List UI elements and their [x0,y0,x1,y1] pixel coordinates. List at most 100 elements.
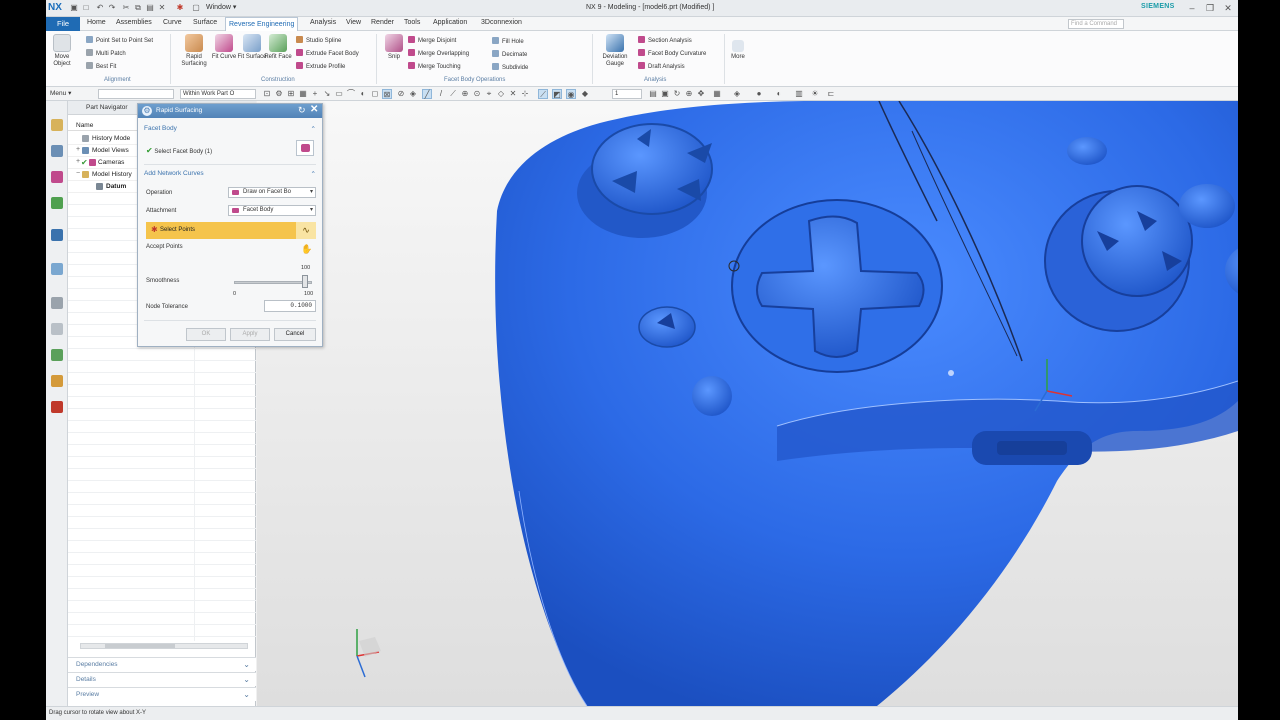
graphics-viewport[interactable] [257,101,1238,706]
best-fit-button[interactable]: Best Fit [86,62,116,70]
close-icon[interactable]: ✕ [1222,2,1234,14]
operation-select[interactable]: Draw on Facet Bo ▾ [228,187,316,198]
midpoint-icon[interactable]: ◇ [496,89,506,99]
tab-home[interactable]: Home [87,19,106,26]
select-facet-body-row[interactable]: ✔ Select Facet Body (1) [146,146,212,155]
hd3d-tools-icon[interactable] [51,229,63,241]
decimate-button[interactable]: Decimate [492,50,527,58]
minimize-icon[interactable]: – [1186,2,1198,14]
studio-spline-button[interactable]: Studio Spline [296,36,341,44]
check-icon[interactable]: ✔ [81,158,88,167]
reuse-library-icon[interactable] [51,197,63,209]
expand-icon[interactable]: + [76,146,80,153]
tab-curve[interactable]: Curve [163,19,182,26]
system-scenes-icon[interactable] [51,401,63,413]
merge-disjoint-button[interactable]: Merge Disjoint [408,36,456,44]
draft-analysis-button[interactable]: Draft Analysis [638,62,685,70]
part-navigator-icon[interactable] [51,119,63,131]
assembly-navigator-icon[interactable] [51,145,63,157]
maximize-icon[interactable]: ❐ [1204,2,1216,14]
fit-icon[interactable]: ▦ [712,89,722,99]
preview-panel[interactable]: Preview ⌄ [68,687,256,701]
move-object-button[interactable]: Move Object [46,34,78,68]
facet-snap-icon[interactable]: ◆ [580,89,590,99]
center-icon[interactable]: ⊙ [472,89,482,99]
snip-button[interactable]: Snip [378,34,410,61]
network-curves-section-header[interactable]: Add Network Curves ⌃ [144,170,316,178]
curve-point-icon[interactable]: ∿ [296,222,316,239]
body-snap-icon[interactable]: ◉ [566,89,576,99]
tab-application[interactable]: Application [433,19,467,26]
shading-icon[interactable]: ◐ [358,89,368,99]
select-points-row[interactable]: ✱ Select Points [146,222,296,239]
system-materials-icon[interactable] [51,323,63,335]
lighting-icon[interactable]: ☀ [810,89,820,99]
section-analysis-button[interactable]: Section Analysis [638,36,692,44]
web-browser-icon[interactable] [51,263,63,275]
type-filter-select[interactable] [98,89,174,99]
render-style-icon[interactable]: ● [754,89,764,99]
constraint-navigator-icon[interactable] [51,171,63,183]
merge-overlapping-button[interactable]: Merge Overlapping [408,49,469,57]
circle-plus-icon[interactable]: ⊕ [460,89,470,99]
arrow-icon[interactable]: ↘ [322,89,332,99]
ok-button[interactable]: OK [186,328,226,341]
grid-snap-icon[interactable]: ⊠ [382,89,392,99]
node-tolerance-input[interactable]: 0.1000 [264,300,316,312]
collapse-icon[interactable]: − [76,170,80,177]
dialog-title-bar[interactable]: ⚙ Rapid Surfacing ↻ ✕ [138,104,322,118]
expand-icon[interactable]: + [76,158,80,165]
rotate-icon[interactable]: ↻ [672,89,682,99]
tab-view[interactable]: View [346,19,361,26]
undo-icon[interactable]: ↶ [96,4,104,12]
extrude-profile-button[interactable]: Extrude Profile [296,62,345,70]
orient-icon[interactable]: ◈ [732,89,742,99]
curve-snap-icon[interactable]: ⟋ [538,89,548,99]
clip-icon[interactable]: ⊏ [826,89,836,99]
selection-scope-select[interactable]: Within Work Part O [180,89,256,99]
intersection-icon[interactable]: ✕ [508,89,518,99]
multi-patch-button[interactable]: Multi Patch [86,49,126,57]
controller-model[interactable] [257,101,1238,706]
menu-button[interactable]: Menu ▾ [50,89,71,97]
tab-3dconnexion[interactable]: 3Dconnexion [481,19,522,26]
redo-icon[interactable]: ↷ [108,4,116,12]
cut-icon[interactable]: ✂ [122,4,130,12]
smoothness-slider-track[interactable] [234,281,312,284]
smoothness-slider-thumb[interactable] [302,275,309,288]
facet-body-curvature-button[interactable]: Facet Body Curvature [638,49,706,57]
tab-render[interactable]: Render [371,19,394,26]
refit-face-button[interactable]: Refit Face [262,34,294,61]
scrollbar-thumb[interactable] [105,644,175,648]
find-command-input[interactable]: Find a Command [1068,19,1124,29]
tab-analysis[interactable]: Analysis [310,19,336,26]
snap-icon[interactable]: ⊡ [262,89,272,99]
cancel-button[interactable]: Cancel [274,328,316,341]
details-panel[interactable]: Details ⌄ [68,672,256,686]
edge-display-icon[interactable]: ◐ [774,89,784,99]
tab-tools[interactable]: Tools [404,19,420,26]
navigator-horizontal-scrollbar[interactable] [80,643,248,649]
pan-icon[interactable]: ✥ [696,89,706,99]
window-menu[interactable]: Window ▾ [206,3,236,11]
window-icon[interactable]: ▢ [192,4,200,12]
deviation-gauge-button[interactable]: Deviation Gauge [599,34,631,68]
face-snap-icon[interactable]: ◩ [552,89,562,99]
more-button[interactable]: More [722,34,754,61]
merge-touching-button[interactable]: Merge Touching [408,62,461,70]
process-studio-icon[interactable] [51,349,63,361]
repeat-command-icon[interactable]: ✱ [176,4,184,12]
rectangle-icon[interactable]: ▭ [334,89,344,99]
dependencies-panel[interactable]: Dependencies ⌄ [68,657,256,671]
view-icon[interactable]: ▣ [660,89,670,99]
delete-icon[interactable]: ✕ [158,4,166,12]
point-set-to-point-set-button[interactable]: Point Set to Point Set [86,36,153,44]
select-all-icon[interactable]: ⊞ [286,89,296,99]
background-icon[interactable]: ▥ [794,89,804,99]
tangent-icon[interactable]: ⟋ [448,89,458,99]
facet-body-section-header[interactable]: Facet Body ⌃ [144,125,316,133]
close-icon[interactable]: ✕ [310,104,318,115]
file-menu-button[interactable]: File [46,17,80,31]
node-icon[interactable]: ◈ [408,89,418,99]
copy-icon[interactable]: ⧉ [134,4,142,12]
